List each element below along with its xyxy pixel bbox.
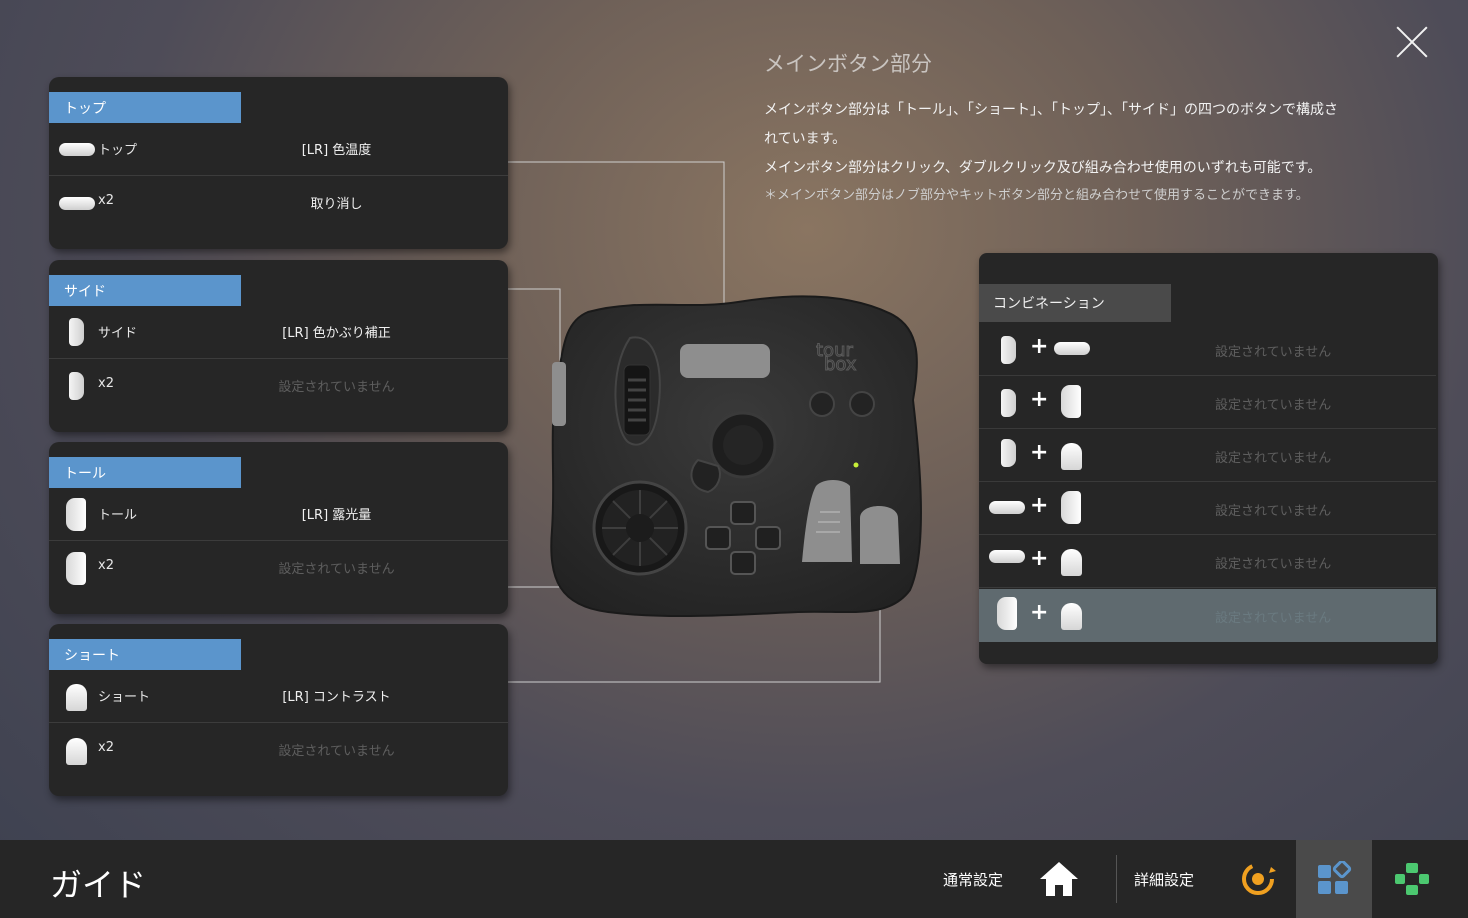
panel-row-top-double[interactable]: x2 取り消し bbox=[49, 177, 508, 230]
combination-value: 設定されていません bbox=[1215, 345, 1332, 360]
row-value: 取り消し bbox=[310, 197, 363, 212]
panel-top: トップ トップ [LR] 色温度 x2 取り消し bbox=[49, 77, 508, 249]
combination-value: 設定されていません bbox=[1215, 398, 1332, 413]
plus-icon: + bbox=[1030, 546, 1049, 571]
info-title: メインボタン部分 bbox=[764, 52, 932, 76]
guide-grid-icon[interactable] bbox=[1316, 861, 1354, 897]
tall-button-icon bbox=[59, 552, 95, 585]
nav-divider bbox=[1116, 855, 1117, 903]
side-button-icon bbox=[1001, 439, 1016, 467]
combination-row[interactable]: + 設定されていません bbox=[979, 482, 1436, 535]
combination-value: 設定されていません bbox=[1215, 504, 1332, 519]
row-value: 設定されていません bbox=[278, 562, 395, 577]
advanced-settings-label[interactable]: 詳細設定 bbox=[1134, 869, 1194, 890]
side-button-icon bbox=[1001, 336, 1016, 364]
plus-icon: + bbox=[1030, 387, 1049, 412]
top-button-icon bbox=[59, 191, 95, 217]
plus-icon: + bbox=[1030, 334, 1049, 359]
short-button-icon bbox=[1061, 443, 1082, 470]
plus-icon: + bbox=[1030, 493, 1049, 518]
row-value: [LR] コントラスト bbox=[282, 690, 391, 705]
row-label: x2 bbox=[98, 558, 114, 573]
tall-button-icon bbox=[59, 498, 95, 531]
panel-row-side-double[interactable]: x2 設定されていません bbox=[49, 360, 508, 413]
panel-row-short-click[interactable]: ショート [LR] コントラスト bbox=[49, 670, 508, 723]
panel-row-tall-double[interactable]: x2 設定されていません bbox=[49, 542, 508, 595]
row-value: 設定されていません bbox=[278, 744, 395, 759]
panel-tall: トール トール [LR] 露光量 x2 設定されていません bbox=[49, 442, 508, 614]
row-value: 設定されていません bbox=[278, 380, 395, 395]
home-icon[interactable] bbox=[1038, 860, 1080, 898]
plus-icon: + bbox=[1030, 440, 1049, 465]
device-short-button bbox=[860, 506, 900, 564]
info-section: メインボタン部分 メインボタン部分は「トール」、「ショート」、「トップ」、「サイ… bbox=[764, 48, 1404, 209]
combination-value: 設定されていません bbox=[1215, 451, 1332, 466]
panel-row-tall-click[interactable]: トール [LR] 露光量 bbox=[49, 488, 508, 541]
info-line-2: れています。 bbox=[764, 131, 847, 147]
combination-value: 設定されていません bbox=[1215, 611, 1332, 626]
combination-row[interactable]: + 設定されていません bbox=[979, 376, 1436, 429]
tall-button-icon bbox=[1061, 491, 1081, 524]
device-top-button bbox=[680, 344, 770, 378]
panel-row-short-double[interactable]: x2 設定されていません bbox=[49, 724, 508, 777]
info-note: ＊メインボタン部分はノブ部分やキットボタン部分と組み合わせて使用することができま… bbox=[764, 188, 1309, 203]
panel-tab-side: サイド bbox=[49, 275, 241, 306]
row-value: [LR] 色かぶり補正 bbox=[282, 326, 391, 341]
combination-row[interactable]: + 設定されていません bbox=[979, 429, 1436, 482]
bottom-bar: ガイド 通常設定 詳細設定 bbox=[0, 840, 1468, 918]
rotate-settings-icon[interactable] bbox=[1238, 859, 1278, 899]
panel-tab-tall: トール bbox=[49, 457, 241, 488]
combination-tab: コンビネーション bbox=[979, 284, 1171, 322]
info-line-1: メインボタン部分は「トール」、「ショート」、「トップ」、「サイド」の四つのボタン… bbox=[764, 102, 1338, 118]
panel-tab-short: ショート bbox=[49, 639, 241, 670]
short-button-icon bbox=[59, 738, 95, 765]
short-button-icon bbox=[59, 684, 95, 711]
short-button-icon bbox=[1061, 603, 1082, 630]
short-button-icon bbox=[1061, 549, 1082, 576]
device-side-button bbox=[552, 362, 566, 426]
combination-panel: コンビネーション + 設定されていません + 設定されていません + 設定されて… bbox=[979, 253, 1438, 664]
row-value: [LR] 露光量 bbox=[301, 508, 372, 523]
side-button-icon bbox=[59, 318, 95, 346]
normal-settings-label[interactable]: 通常設定 bbox=[943, 869, 1003, 890]
top-button-icon bbox=[989, 550, 1025, 563]
panel-tab-top: トップ bbox=[49, 92, 241, 123]
combination-row[interactable]: + 設定されていません bbox=[979, 323, 1436, 376]
side-button-icon bbox=[1001, 389, 1016, 417]
row-label: x2 bbox=[98, 376, 114, 391]
tall-button-icon bbox=[1061, 385, 1081, 418]
row-label: x2 bbox=[98, 193, 114, 208]
row-label: トール bbox=[98, 508, 138, 523]
plus-icon: + bbox=[1030, 600, 1049, 625]
info-line-3: メインボタン部分はクリック、ダブルクリック及び組み合わせ使用のいずれも可能です。 bbox=[764, 160, 1322, 176]
tall-button-icon bbox=[997, 597, 1017, 630]
tourbox-device-image: tour box bbox=[550, 295, 922, 618]
panel-short: ショート ショート [LR] コントラスト x2 設定されていません bbox=[49, 624, 508, 796]
panel-row-side-click[interactable]: サイド [LR] 色かぶり補正 bbox=[49, 306, 508, 359]
row-label: ショート bbox=[98, 690, 151, 705]
top-button-icon bbox=[59, 137, 95, 163]
top-button-icon bbox=[1054, 342, 1090, 355]
top-button-icon bbox=[989, 501, 1025, 514]
row-value: [LR] 色温度 bbox=[301, 143, 372, 158]
row-label: トップ bbox=[98, 143, 138, 158]
device-logo-line-2: box bbox=[824, 354, 857, 375]
side-button-icon bbox=[59, 372, 95, 400]
panel-side: サイド サイド [LR] 色かぶり補正 x2 設定されていません bbox=[49, 260, 508, 432]
panel-row-top-click[interactable]: トップ [LR] 色温度 bbox=[49, 123, 508, 176]
combination-value: 設定されていません bbox=[1215, 557, 1332, 572]
gamepad-icon[interactable] bbox=[1394, 861, 1430, 897]
page-title: ガイド bbox=[50, 866, 147, 904]
combination-row-selected[interactable]: + 設定されていません bbox=[979, 589, 1436, 642]
combination-row[interactable]: + 設定されていません bbox=[979, 535, 1436, 588]
row-label: サイド bbox=[98, 326, 138, 341]
row-label: x2 bbox=[98, 740, 114, 755]
